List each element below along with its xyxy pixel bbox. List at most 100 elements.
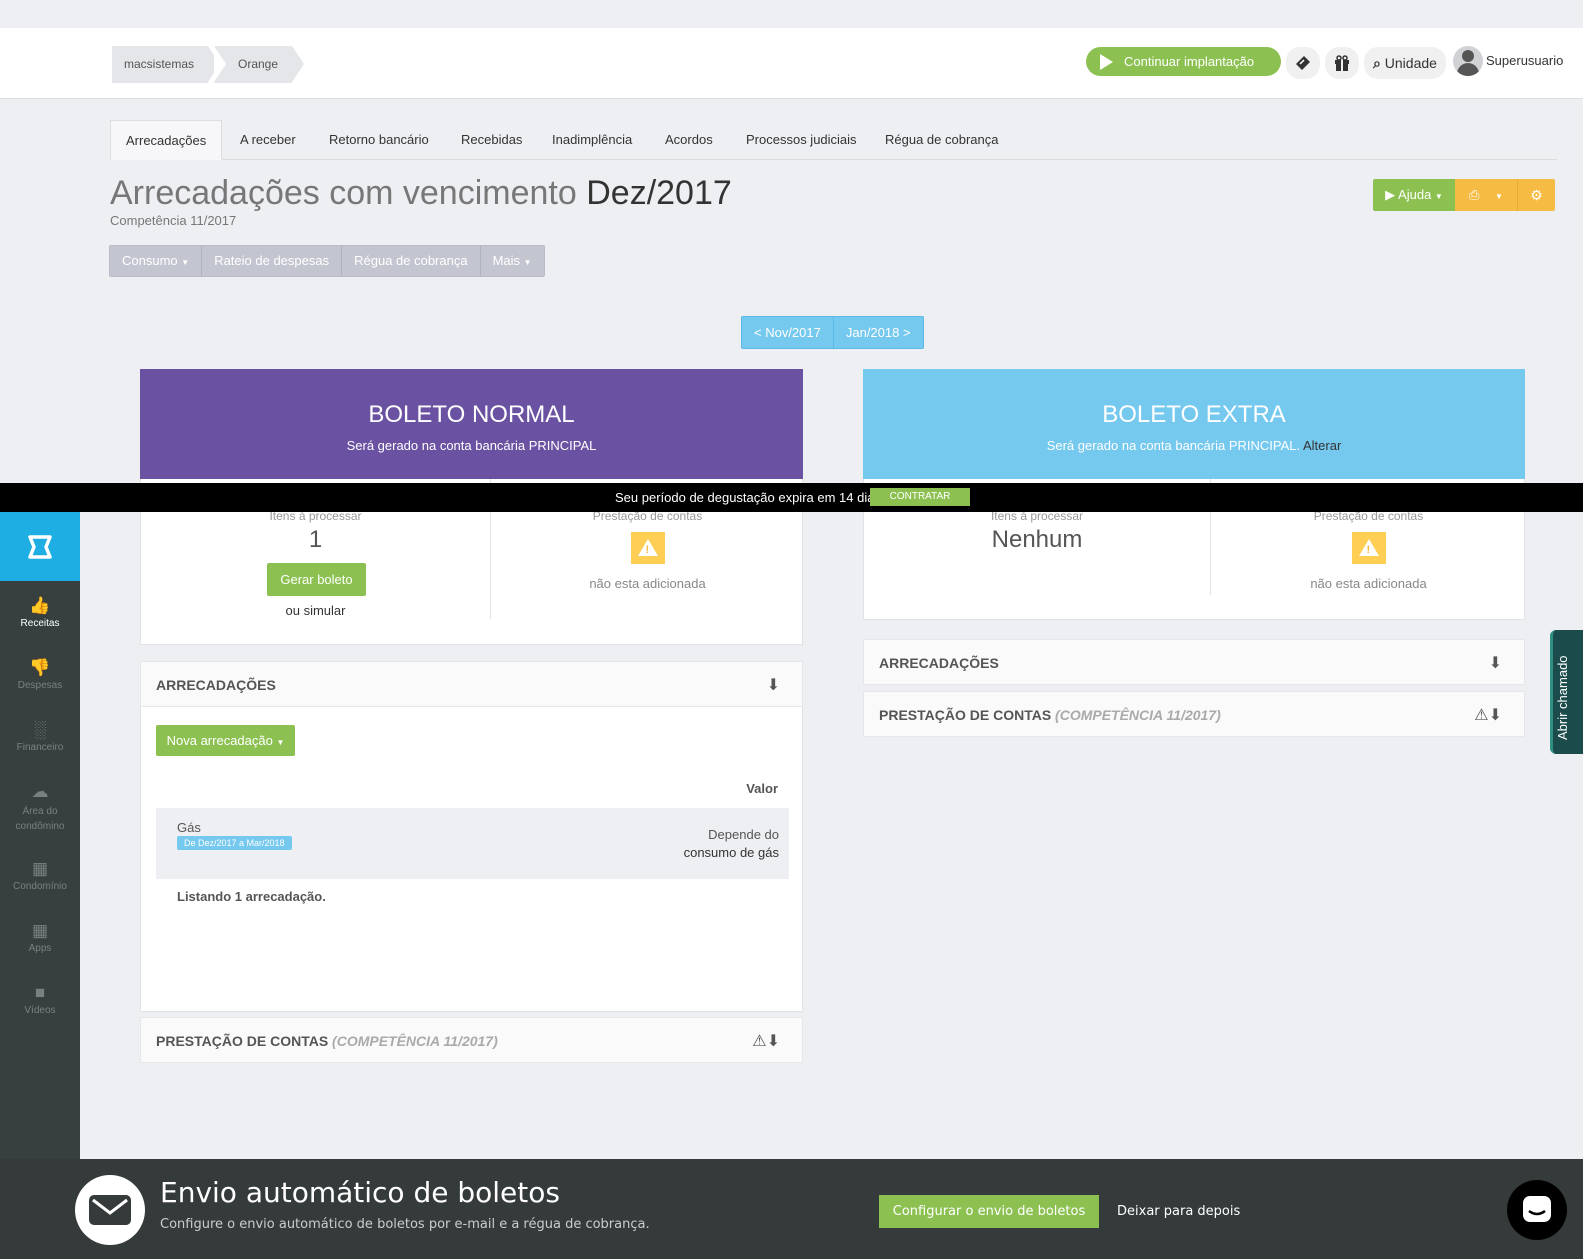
envio-title: Envio automático de boletos <box>160 1176 560 1209</box>
breadcrumb-item-company[interactable]: macsistemas <box>112 46 221 83</box>
sidebar-item-label: Financeiro <box>16 742 64 753</box>
caret-down-icon: ▼ <box>523 258 532 267</box>
abrir-chamado-tab[interactable]: Abrir chamado <box>1550 630 1583 754</box>
sidebar-item-label: Apps <box>28 943 52 954</box>
ticket-icon <box>1296 56 1310 70</box>
tab-acordos[interactable]: Acordos <box>650 120 728 160</box>
next-month-button[interactable]: Jan/2018 > <box>834 317 923 348</box>
building-icon: ▦ <box>31 859 49 878</box>
warning-arrow-down-icon[interactable]: ⚠⬇ <box>752 1031 780 1051</box>
mais-dropdown[interactable]: Mais ▼ <box>480 246 544 276</box>
logo-icon <box>28 535 52 559</box>
app-logo[interactable] <box>0 512 80 581</box>
caret-down-icon: ▼ <box>1495 192 1503 201</box>
nova-arrecadacao-label: Nova arrecadação <box>166 733 273 748</box>
prestacao-extra-header[interactable]: PRESTAÇÃO DE CONTAS (COMPETÊNCIA 11/2017… <box>863 691 1525 737</box>
row-value-line1: Depende do <box>708 827 779 842</box>
table-row[interactable]: Gás De Dez/2017 a Mar/2018 Depende do co… <box>156 808 789 879</box>
prestacao-competencia: (COMPETÊNCIA 11/2017) <box>1055 707 1221 723</box>
breadcrumb-item-condo[interactable]: Orange <box>214 46 305 83</box>
warning-arrow-down-icon[interactable]: ⚠⬇ <box>1474 705 1502 725</box>
regua-button[interactable]: Régua de cobrança <box>342 246 481 276</box>
ticket-button[interactable] <box>1286 47 1320 79</box>
row-value-line2: consumo de gás <box>683 845 779 860</box>
prev-month-button[interactable]: < Nov/2017 <box>742 317 834 348</box>
sidebar-item-videos[interactable]: ■ Vídeos <box>0 983 80 1016</box>
caret-down-icon: ▼ <box>181 258 190 267</box>
prestacao-extra-title: PRESTAÇÃO DE CONTAS (COMPETÊNCIA 11/2017… <box>879 707 1221 723</box>
arrow-down-icon[interactable]: ⬇ <box>1489 653 1502 673</box>
prestacao-title-text: PRESTAÇÃO DE CONTAS <box>156 1033 329 1049</box>
trial-text: Seu período de degustação expira em 14 d… <box>615 490 881 505</box>
itens-value: 1 <box>308 526 323 553</box>
simular-link[interactable]: ou simular <box>141 603 490 618</box>
prestacao-title-text: PRESTAÇÃO DE CONTAS <box>879 707 1052 723</box>
arrecadacoes-header[interactable]: ARRECADAÇÕES ⬇ <box>140 661 803 707</box>
prestacao-competencia: (COMPETÊNCIA 11/2017) <box>332 1033 498 1049</box>
settings-button[interactable]: ⚙ <box>1517 179 1555 211</box>
sidebar-item-label: Condomínio <box>13 881 67 892</box>
tab-arrecadacoes[interactable]: Arrecadações <box>110 120 223 160</box>
puzzle-icon: ▦ <box>31 921 49 940</box>
sidebar-item-apps[interactable]: ▦ Apps <box>0 921 80 954</box>
boleto-extra-title: BOLETO EXTRA <box>1102 401 1286 428</box>
gear-icon: ⚙ <box>1530 187 1543 203</box>
sidebar-item-label: Área do condômino <box>15 806 65 832</box>
left-sidebar: 👍 Receitas 👎 Despesas ░ Financeiro ☁ Área do… <box>0 512 80 1159</box>
nova-arrecadacao-button[interactable]: Nova arrecadação ▼ <box>156 725 295 756</box>
tab-inadimplencia[interactable]: Inadimplência <box>537 120 647 160</box>
top-strip <box>0 0 1583 28</box>
boleto-extra-subtitle-text: Será gerado na conta bancária PRINCIPAL. <box>1046 438 1301 453</box>
envio-subtitle: Configure o envio automático de boletos … <box>160 1217 650 1232</box>
sidebar-item-despesas[interactable]: 👎 Despesas <box>0 658 80 691</box>
continuar-label: Continuar implantação <box>1124 54 1255 69</box>
warning-icon: ! <box>630 532 665 564</box>
gift-button[interactable] <box>1325 47 1359 79</box>
prestacao-header[interactable]: PRESTAÇÃO DE CONTAS (COMPETÊNCIA 11/2017… <box>140 1017 803 1063</box>
deixar-para-depois-button[interactable]: Deixar para depois <box>1117 1195 1240 1228</box>
mail-icon <box>75 1175 145 1245</box>
sidebar-item-condominio[interactable]: ▦ Condomínio <box>0 859 80 892</box>
sidebar-item-financeiro[interactable]: ░ Financeiro <box>0 720 80 753</box>
boleto-normal-card: BOLETO NORMAL Será gerado na conta bancá… <box>140 369 803 479</box>
sidebar-item-label: Receitas <box>20 618 60 629</box>
thumbs-down-icon: 👎 <box>29 658 51 677</box>
alterar-link[interactable]: Alterar <box>1303 438 1341 453</box>
unidade-label: Unidade <box>1384 55 1437 71</box>
tab-retorno-bancario[interactable]: Retorno bancário <box>314 120 444 160</box>
consumo-dropdown[interactable]: Consumo ▼ <box>110 246 203 276</box>
arrow-down-icon[interactable]: ⬇ <box>767 675 780 695</box>
tab-recebidas[interactable]: Recebidas <box>446 120 537 160</box>
print-dropdown-button[interactable]: ⎙ ▼ <box>1455 179 1517 211</box>
continuar-implantacao-button[interactable]: Continuar implantação <box>1086 47 1281 76</box>
sub-navigation: Consumo ▼ Rateio de despesas Régua de co… <box>109 245 545 277</box>
gerar-boleto-button[interactable]: Gerar boleto <box>267 563 366 596</box>
boleto-normal-title: BOLETO NORMAL <box>368 401 575 428</box>
sidebar-item-label: Despesas <box>17 680 63 691</box>
avatar[interactable] <box>1453 46 1483 76</box>
abrir-chamado-label: Abrir chamado <box>1555 655 1570 740</box>
gift-icon <box>1335 55 1349 71</box>
chat-launcher-icon[interactable] <box>1507 1180 1567 1240</box>
page-actions: ▶ Ajuda ▼ ⎙ ▼ ⚙ <box>1373 179 1555 211</box>
arrecadacoes-extra-header[interactable]: ARRECADAÇÕES ⬇ <box>863 639 1525 685</box>
user-name[interactable]: Superusuario <box>1486 53 1563 68</box>
play-circle-icon: ▶ <box>1385 187 1396 202</box>
sidebar-item-receitas[interactable]: 👍 Receitas <box>0 596 80 629</box>
tab-a-receber[interactable]: A receber <box>225 120 311 160</box>
arrecadacoes-title: ARRECADAÇÕES <box>156 677 276 693</box>
ajuda-button[interactable]: ▶ Ajuda ▼ <box>1373 179 1455 211</box>
mais-label: Mais <box>492 253 521 268</box>
contratar-button[interactable]: CONTRATAR <box>870 488 970 506</box>
configurar-envio-button[interactable]: Configurar o envio de boletos <box>879 1195 1099 1228</box>
search-icon: ⌕ <box>1373 55 1381 71</box>
tab-regua-de-cobranca[interactable]: Régua de cobrança <box>870 120 1013 160</box>
warning-icon: ! <box>1351 532 1386 564</box>
rateio-button[interactable]: Rateio de despesas <box>202 246 343 276</box>
ajuda-label: Ajuda <box>1398 187 1432 202</box>
arrecadacoes-body: Nova arrecadação ▼ Valor Gás De Dez/2017… <box>140 707 803 1012</box>
sidebar-item-area-condomino[interactable]: ☁ Área do condômino <box>0 782 80 834</box>
tab-processos-judiciais[interactable]: Processos judiciais <box>731 120 872 160</box>
caret-down-icon: ▼ <box>1434 192 1443 201</box>
unidade-search-button[interactable]: ⌕ Unidade <box>1364 47 1446 79</box>
